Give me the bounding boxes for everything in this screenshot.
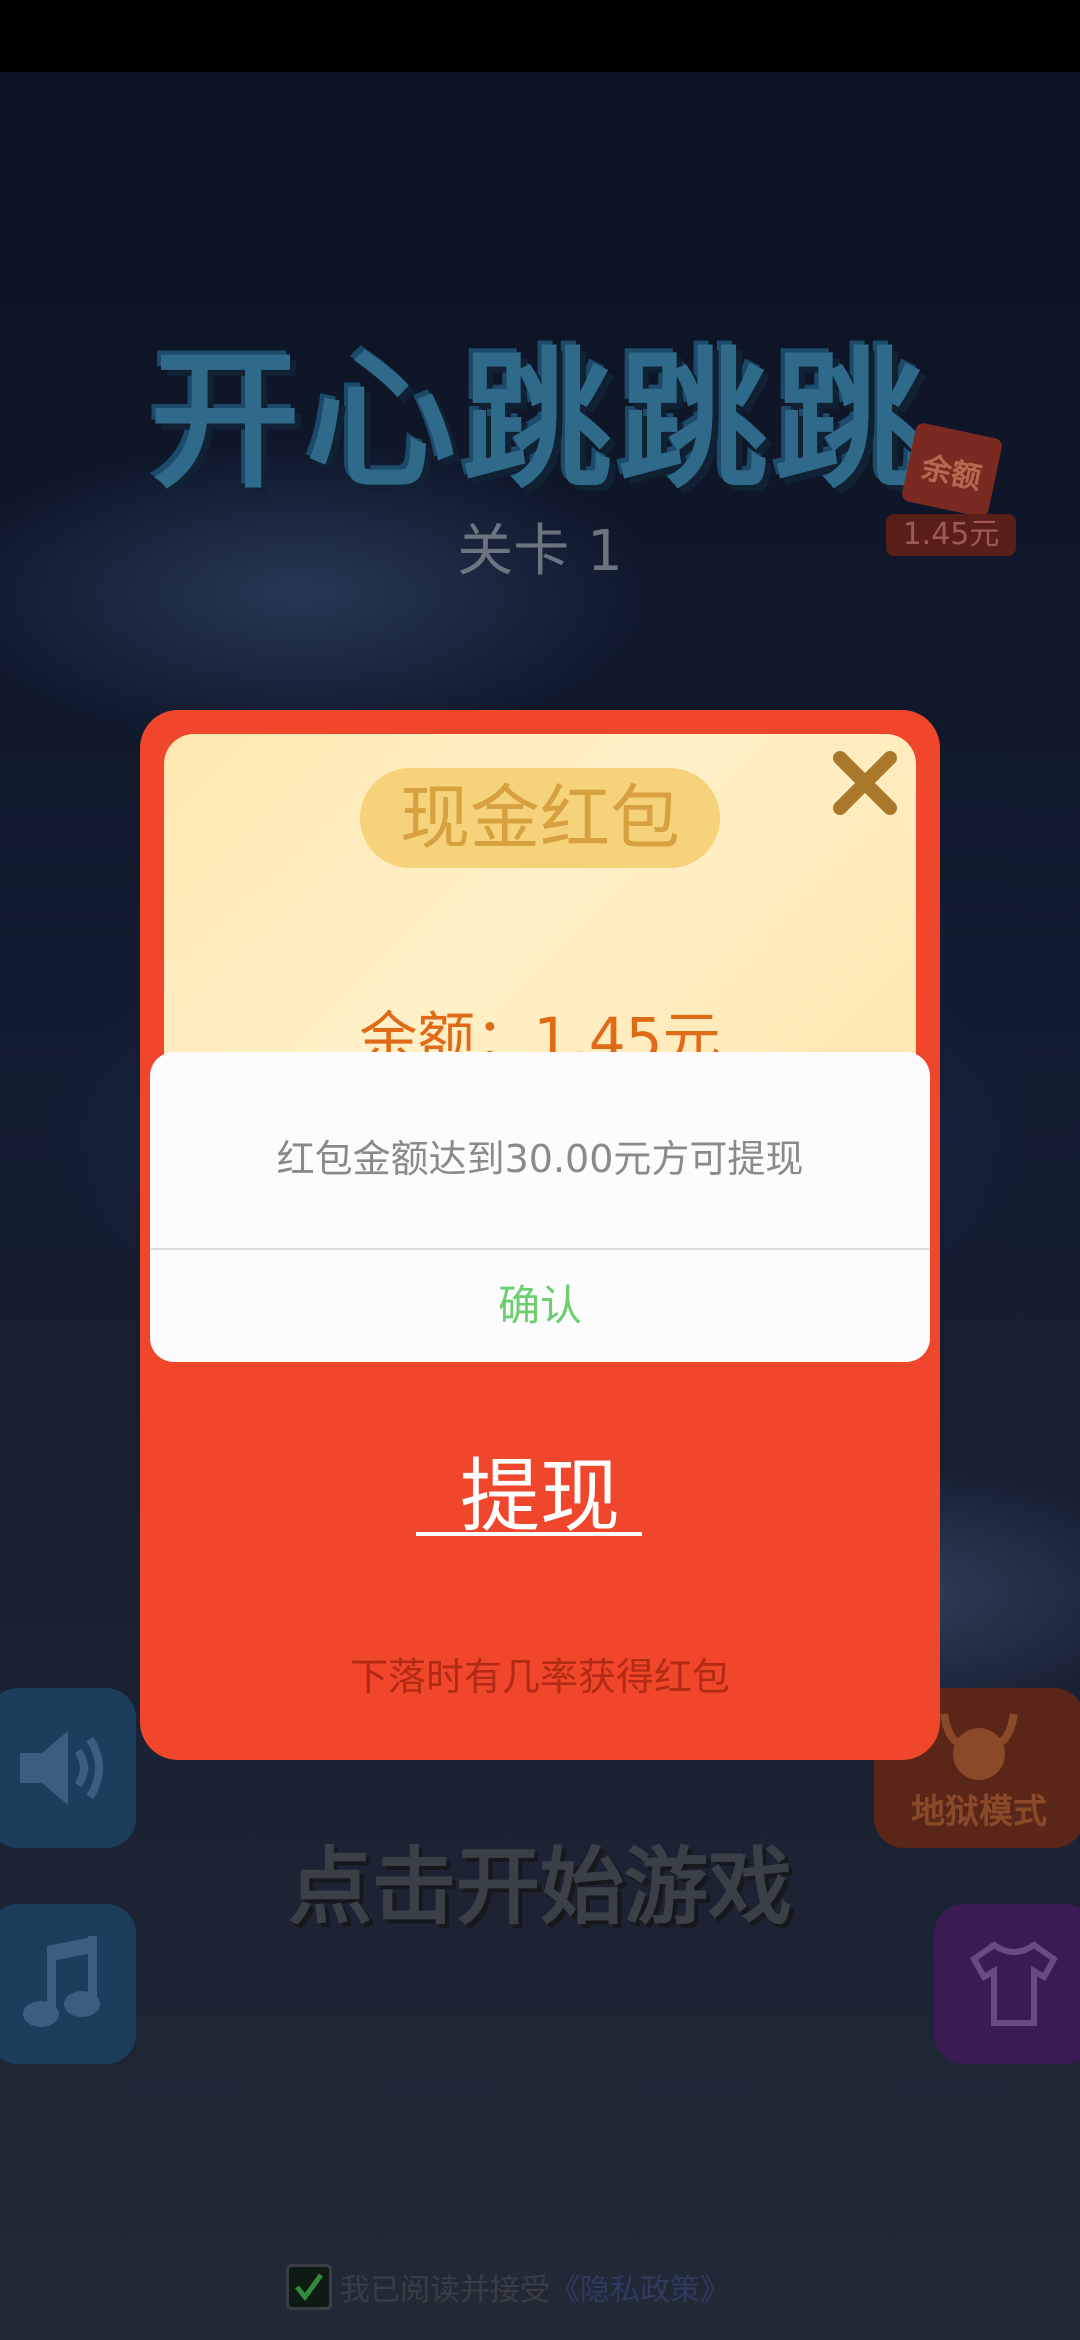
red-packet-hint: 下落时有几率获得红包 [349,1655,730,1699]
alert-dialog: 红包金额达到30.00元方可提现 确认 [150,1052,930,1362]
withdraw-underline [416,1532,642,1536]
withdraw-button[interactable]: 提现 [140,1432,940,1548]
close-icon [833,751,897,815]
alert-message: 红包金额达到30.00元方可提现 [276,1137,804,1181]
close-button[interactable] [830,748,900,818]
red-packet-title: 现金红包 [360,768,720,868]
confirm-button[interactable]: 确认 [150,1250,930,1362]
